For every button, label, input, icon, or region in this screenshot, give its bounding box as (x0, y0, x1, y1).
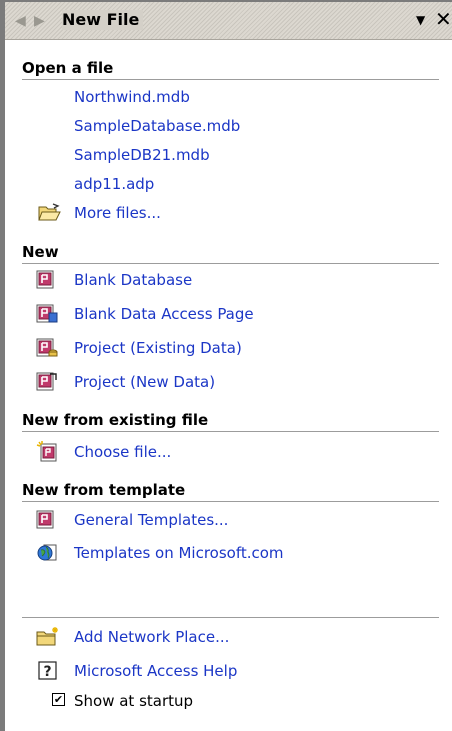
general-templates-icon[interactable] (36, 510, 58, 530)
pane-menu-dropdown-icon[interactable]: ▼ (416, 12, 425, 28)
footer-divider (22, 617, 439, 618)
help-icon[interactable]: ? (38, 661, 60, 681)
svg-text:?: ? (43, 664, 51, 680)
forward-arrow-icon[interactable]: ▶ (34, 12, 45, 30)
section-heading-new-from-template: New from template (22, 480, 439, 502)
recent-file-link[interactable]: SampleDB21.mdb (74, 144, 210, 166)
templates-web-globe-icon[interactable] (36, 543, 58, 563)
access-help-link[interactable]: Microsoft Access Help (74, 660, 237, 682)
pane-title: New File (62, 10, 144, 30)
templates-on-microsoft-link[interactable]: Templates on Microsoft.com (74, 542, 284, 564)
recent-file-link[interactable]: SampleDatabase.mdb (74, 115, 240, 137)
open-folder-icon[interactable] (38, 203, 61, 223)
project-existing-data-link[interactable]: Project (Existing Data) (74, 337, 242, 359)
back-arrow-icon[interactable]: ◀ (15, 12, 26, 30)
section-heading-open-file: Open a file (22, 58, 439, 80)
project-new-data-icon[interactable] (36, 372, 58, 392)
blank-data-access-page-icon[interactable] (36, 304, 58, 324)
show-at-startup-row[interactable]: ✔ Show at startup (52, 690, 252, 712)
recent-file-link[interactable]: Northwind.mdb (74, 86, 190, 108)
add-network-place-link[interactable]: Add Network Place... (74, 626, 229, 648)
section-heading-new-from-existing: New from existing file (22, 410, 439, 432)
blank-database-link[interactable]: Blank Database (74, 269, 192, 291)
show-at-startup-checkbox[interactable]: ✔ (52, 693, 65, 706)
show-at-startup-label: Show at startup (74, 692, 194, 710)
recent-file-link[interactable]: adp11.adp (74, 173, 154, 195)
more-files-link[interactable]: More files... (74, 202, 161, 224)
add-network-place-icon[interactable] (36, 626, 58, 646)
close-icon[interactable]: ✕ (435, 8, 452, 30)
choose-file-icon[interactable] (36, 441, 58, 462)
general-templates-link[interactable]: General Templates... (74, 509, 228, 531)
project-existing-data-icon[interactable] (36, 338, 58, 358)
task-pane-frame (0, 0, 452, 731)
section-heading-new: New (22, 242, 439, 264)
project-new-data-link[interactable]: Project (New Data) (74, 371, 215, 393)
blank-database-icon[interactable] (36, 270, 58, 290)
task-pane-titlebar: ◀ ▶ New File ▼ ✕ (5, 2, 452, 40)
choose-file-link[interactable]: Choose file... (74, 441, 171, 463)
blank-data-access-page-link[interactable]: Blank Data Access Page (74, 303, 254, 325)
